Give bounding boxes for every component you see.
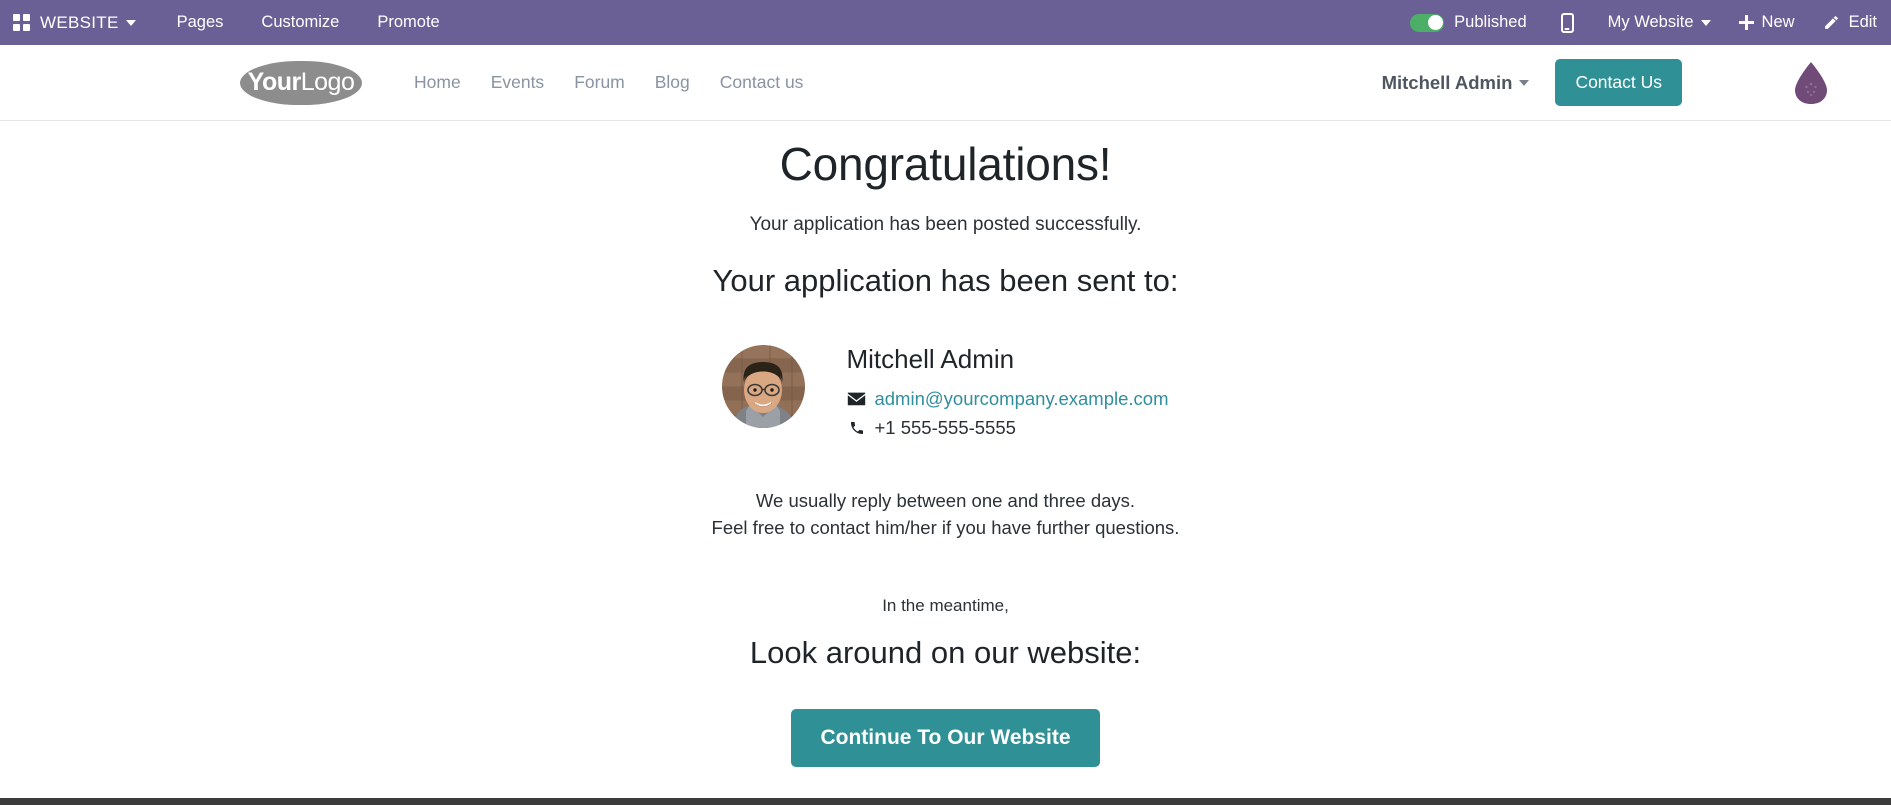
website-selector[interactable]: My Website (1594, 0, 1725, 45)
nav-link-contact-us[interactable]: Contact us (705, 72, 819, 93)
page-title: Congratulations! (779, 138, 1112, 190)
mobile-preview-icon[interactable] (1560, 12, 1574, 33)
contact-us-button[interactable]: Contact Us (1555, 59, 1682, 106)
site-logo-strong: Your (247, 68, 302, 96)
nav-link-home[interactable]: Home (399, 72, 476, 93)
user-menu-label: Mitchell Admin (1381, 71, 1513, 93)
site-logo[interactable]: Your Logo (240, 60, 362, 105)
apps-grid-icon (13, 14, 30, 31)
editor-topbar-right: Published My Website New Edit (1396, 0, 1891, 45)
publish-status-label: Published (1454, 13, 1527, 31)
publish-toggle[interactable]: Published (1396, 0, 1532, 45)
reply-time-text: We usually reply between one and three d… (755, 489, 1136, 511)
pencil-icon (1823, 14, 1840, 31)
nav-link-blog[interactable]: Blog (640, 72, 705, 93)
phone-icon (846, 420, 867, 436)
topbar-menu-customize[interactable]: Customize (242, 0, 358, 45)
editor-topbar-left: WEBSITE Pages Customize Promote (0, 0, 459, 45)
contact-phone-row: +1 555-555-5555 (846, 417, 1168, 439)
website-app-label: WEBSITE (40, 13, 119, 32)
edit-button[interactable]: Edit (1809, 0, 1891, 45)
contact-card: Mitchell Admin admin@yourcompany.example… (0, 341, 1891, 439)
site-nav-links: Home Events Forum Blog Contact us (399, 72, 818, 93)
topbar-menu-promote[interactable]: Promote (358, 0, 458, 45)
site-logo-light: Logo (300, 68, 355, 96)
user-menu[interactable]: Mitchell Admin (1382, 72, 1530, 94)
contact-email-row: admin@yourcompany.example.com (846, 388, 1169, 410)
chevron-down-icon (125, 19, 136, 26)
further-questions-text: Feel free to contact him/her if you have… (711, 517, 1180, 539)
contact-phone-text: +1 555-555-5555 (874, 416, 1016, 438)
publish-switch[interactable] (1410, 13, 1445, 32)
contact-info: Mitchell Admin admin@yourcompany.example… (846, 341, 1168, 439)
website-selector-label: My Website (1607, 13, 1694, 31)
meantime-text: In the meantime, (882, 595, 1009, 615)
footer-strip (0, 798, 1891, 805)
topbar-menu-pages[interactable]: Pages (158, 0, 243, 45)
apps-menu-website[interactable]: WEBSITE (0, 0, 158, 45)
publish-switch-knob (1427, 15, 1443, 30)
contact-email-link[interactable]: admin@yourcompany.example.com (874, 388, 1168, 410)
look-around-heading: Look around on our website: (749, 635, 1142, 671)
chevron-down-icon (1519, 79, 1530, 86)
nav-link-forum[interactable]: Forum (559, 72, 640, 93)
site-navbar-right: Mitchell Admin Contact Us (1382, 59, 1891, 106)
droplet-icon (1791, 60, 1831, 106)
edit-button-label: Edit (1848, 13, 1877, 31)
chevron-down-icon (1700, 19, 1711, 26)
contact-name: Mitchell Admin (846, 343, 1015, 374)
editor-top-bar: WEBSITE Pages Customize Promote Publishe… (0, 0, 1891, 45)
envelope-icon (846, 392, 867, 406)
avatar (722, 344, 806, 428)
nav-link-events[interactable]: Events (476, 72, 560, 93)
posted-success-text: Your application has been posted success… (749, 213, 1142, 235)
plus-icon (1738, 15, 1754, 30)
new-button-label: New (1761, 13, 1795, 31)
new-button[interactable]: New (1725, 0, 1809, 45)
page-main-content: Congratulations! Your application has be… (0, 122, 1891, 798)
continue-to-website-button[interactable]: Continue To Our Website (791, 709, 1100, 768)
site-navbar: Your Logo Home Events Forum Blog Contact … (0, 45, 1891, 121)
sent-to-heading: Your application has been sent to: (712, 262, 1179, 298)
